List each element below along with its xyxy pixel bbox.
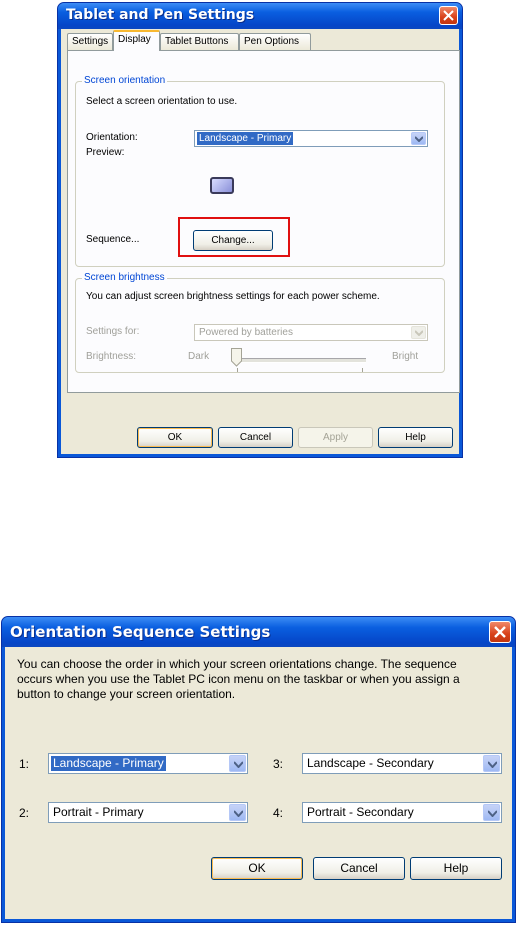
- titlebar[interactable]: Tablet and Pen Settings: [58, 3, 462, 29]
- group-label: Screen orientation: [82, 75, 168, 86]
- ok-button[interactable]: OK: [137, 427, 213, 448]
- tab-display[interactable]: Display: [113, 30, 160, 51]
- slot-2-label: 2:: [19, 806, 30, 820]
- dropdown-arrow[interactable]: [411, 326, 426, 339]
- chevron-down-icon: [234, 761, 243, 768]
- slot-2-dropdown[interactable]: Portrait - Primary: [48, 802, 248, 823]
- chevron-down-icon: [234, 810, 243, 817]
- cancel-button[interactable]: Cancel: [218, 427, 293, 448]
- slot-1-label: 1:: [19, 757, 30, 771]
- orientation-dropdown[interactable]: Landscape - Primary: [194, 130, 428, 147]
- orientation-sequence-dialog: Orientation Sequence Settings You can ch…: [1, 616, 516, 923]
- slot-1-value: Landscape - Primary: [51, 756, 166, 771]
- close-button[interactable]: [439, 6, 458, 25]
- dialog-title: Tablet and Pen Settings: [66, 7, 255, 23]
- settings-for-label: Settings for:: [86, 326, 140, 337]
- dropdown-arrow[interactable]: [229, 755, 246, 772]
- bright-label: Bright: [392, 351, 419, 362]
- dialog-client: You can choose the order in which your s…: [5, 647, 512, 919]
- orientation-label: Orientation:: [86, 132, 138, 143]
- brightness-slider-track[interactable]: [234, 358, 366, 363]
- slot-4-dropdown[interactable]: Portrait - Secondary: [302, 802, 502, 823]
- slot-3-value: Landscape - Secondary: [307, 756, 434, 770]
- orientation-value: Landscape - Primary: [197, 132, 294, 145]
- chevron-down-icon: [415, 330, 423, 336]
- monitor-icon: [210, 177, 234, 194]
- change-button-highlight: [178, 217, 290, 257]
- cancel-button[interactable]: Cancel: [313, 857, 405, 880]
- slot-1-dropdown[interactable]: Landscape - Primary: [48, 753, 248, 774]
- dialog-title: Orientation Sequence Settings: [10, 623, 271, 641]
- dropdown-arrow[interactable]: [411, 132, 426, 145]
- brightness-label: Brightness:: [86, 351, 137, 362]
- group-label: Screen brightness: [82, 272, 167, 283]
- power-scheme-value: Powered by batteries: [199, 327, 293, 338]
- brightness-description: You can adjust screen brightness setting…: [86, 291, 380, 302]
- close-icon: [443, 10, 454, 21]
- titlebar[interactable]: Orientation Sequence Settings: [2, 617, 515, 647]
- screen-brightness-group: Screen brightness You can adjust screen …: [75, 272, 445, 373]
- ok-button[interactable]: OK: [211, 857, 303, 880]
- preview-label: Preview:: [86, 147, 125, 158]
- close-button[interactable]: [489, 621, 511, 643]
- chevron-down-icon: [488, 810, 497, 817]
- slot-2-value: Portrait - Primary: [53, 805, 144, 819]
- orientation-description: Select a screen orientation to use.: [86, 96, 238, 107]
- sequence-description: You can choose the order in which your s…: [17, 657, 460, 701]
- slot-4-label: 4:: [273, 806, 284, 820]
- chevron-down-icon: [415, 136, 423, 142]
- slider-tick: [237, 368, 238, 372]
- dropdown-arrow[interactable]: [229, 804, 246, 821]
- slot-4-value: Portrait - Secondary: [307, 805, 414, 819]
- dark-label: Dark: [188, 351, 210, 362]
- tab-settings[interactable]: Settings: [67, 33, 113, 50]
- close-icon: [494, 626, 506, 638]
- slot-3-dropdown[interactable]: Landscape - Secondary: [302, 753, 502, 774]
- tab-tablet-buttons[interactable]: Tablet Buttons: [160, 33, 239, 50]
- slot-3-label: 3:: [273, 757, 284, 771]
- dropdown-arrow[interactable]: [483, 755, 500, 772]
- help-button[interactable]: Help: [410, 857, 502, 880]
- dropdown-arrow[interactable]: [483, 804, 500, 821]
- brightness-slider-thumb[interactable]: [231, 348, 242, 367]
- apply-button[interactable]: Apply: [298, 427, 373, 448]
- sequence-label: Sequence...: [86, 234, 140, 245]
- power-scheme-dropdown[interactable]: Powered by batteries: [194, 324, 428, 341]
- tab-pen-options[interactable]: Pen Options: [239, 33, 311, 50]
- help-button[interactable]: Help: [378, 427, 453, 448]
- slider-tick: [362, 368, 363, 372]
- chevron-down-icon: [488, 761, 497, 768]
